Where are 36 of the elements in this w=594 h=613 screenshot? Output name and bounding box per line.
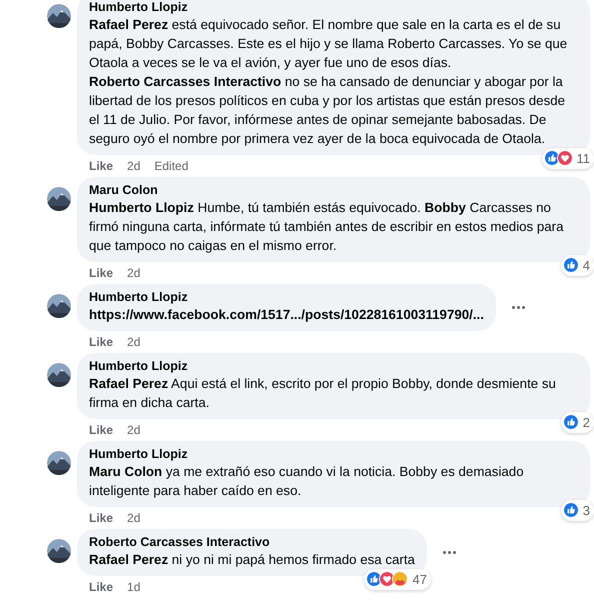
comment-text: https://www.facebook.com/1517.../posts/10228161003119790/... bbox=[89, 306, 484, 324]
author-name[interactable]: Humberto Llopiz bbox=[89, 358, 188, 374]
like-link[interactable]: Like bbox=[89, 510, 114, 526]
comment-text: Rafael Perez Aqui está el link, escrito por el propio Bobby, donde desmiente su firma en dicha carta. bbox=[89, 375, 557, 412]
author-name[interactable]: Humberto Llopiz bbox=[89, 289, 188, 305]
reaction-badge[interactable]: 47 bbox=[364, 568, 431, 590]
like-link[interactable]: Like bbox=[89, 579, 114, 595]
reaction-count: 11 bbox=[576, 150, 590, 168]
edited-label[interactable]: Edited bbox=[154, 158, 188, 174]
like-link[interactable]: Like bbox=[89, 265, 114, 281]
timestamp[interactable]: 2d bbox=[127, 158, 140, 174]
reaction-count: 47 bbox=[412, 570, 427, 588]
author-name[interactable]: Humberto Llopiz bbox=[89, 0, 188, 15]
reaction-badge[interactable]: 3 bbox=[560, 500, 594, 521]
comment-text: Rafael Perez ni yo ni mi papá hemos firmado esa carta bbox=[89, 551, 415, 569]
like-link[interactable]: Like bbox=[89, 334, 114, 350]
reaction-count: 4 bbox=[582, 256, 590, 274]
author-name[interactable]: Roberto Carcasses Interactivo bbox=[89, 534, 270, 550]
reaction-count: 2 bbox=[582, 414, 590, 432]
author-name[interactable]: Humberto Llopiz bbox=[89, 446, 188, 462]
timestamp[interactable]: 2d bbox=[127, 510, 140, 526]
comment-text: Maru Colon ya me extrañó eso cuando vi la noticia. Bobby es demasiado inteligente para haber caído en eso. bbox=[89, 463, 525, 500]
reaction-badge[interactable]: 2 bbox=[560, 412, 594, 433]
reaction-count: 3 bbox=[582, 502, 590, 520]
timestamp[interactable]: 1d bbox=[127, 579, 140, 595]
timestamp[interactable]: 2d bbox=[127, 334, 140, 350]
comment-text: Rafael Perez está equivocado señor. El nombre que sale en la carta es el de su papá, Bobby Carcasses. Este es el hijo y se llama Roberto Carcasses. Yo se que Otaola a veces se le va el avión, y ayer fue uno de esos días. bbox=[89, 16, 568, 72]
like-link[interactable]: Like bbox=[89, 422, 114, 438]
comment-text: Humberto Llopiz Humbe, tú también estás equivocado. Bobby Carcasses no firmó ninguna carta, infórmate tú también antes de escribir en estos medios para que tampoco no caigas en el mismo error. bbox=[89, 199, 565, 255]
reaction-badge[interactable]: 4 bbox=[560, 254, 594, 276]
author-name[interactable]: Maru Colon bbox=[89, 182, 158, 198]
timestamp[interactable]: 2d bbox=[127, 265, 140, 281]
like-link[interactable]: Like bbox=[89, 158, 114, 174]
comment-text: Roberto Carcasses Interactivo no se ha cansado de denunciar y abogar por la libertad de los presos políticos en cuba y por los artistas que están presos desde el 11 de Julio. Por favor, infórmese antes de opinar semejante babosadas. De seguro oyó el nombre por primera vez ayer de la boca equivocada de Otaola. bbox=[89, 73, 566, 148]
reaction-badge[interactable]: 11 bbox=[542, 148, 594, 169]
timestamp[interactable]: 2d bbox=[127, 422, 140, 438]
